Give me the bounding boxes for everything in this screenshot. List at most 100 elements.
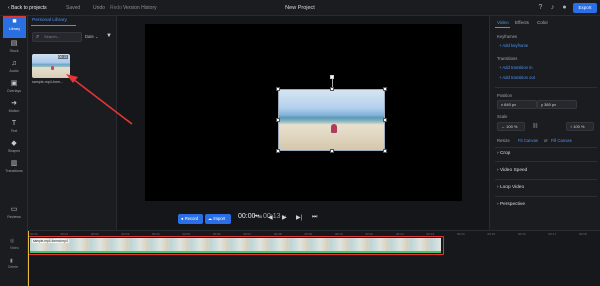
back-to-projects-link[interactable]: ‹ Back to projects — [8, 5, 47, 11]
rail-item-overlays[interactable]: ▣ Overlays — [2, 79, 26, 99]
import-button[interactable]: ☁ Import — [205, 214, 231, 224]
or-label: or — [544, 138, 548, 143]
editor-window: ‹ Back to projects Saved Undo Redo Versi… — [0, 0, 600, 286]
resize-handle-t[interactable] — [330, 87, 334, 91]
position-y-field[interactable]: y 360 px — [537, 100, 577, 109]
resize-handle-tl[interactable] — [276, 87, 280, 91]
timeline-controls: ◎ Video ▮ Delete — [0, 230, 28, 286]
tab-personal-library[interactable]: Personal Library — [32, 18, 67, 23]
rail-item-motion[interactable]: ➜ Motion — [2, 99, 26, 119]
frame-back-icon[interactable]: ◀ — [268, 214, 273, 221]
rail-item-text[interactable]: T Text — [2, 119, 26, 139]
export-button[interactable]: Export — [573, 3, 597, 13]
video-speed-section[interactable]: › Video Speed — [497, 168, 527, 173]
ruler-tick: 00:14 — [457, 232, 465, 236]
add-keyframe-button[interactable]: + Add keyframe — [499, 43, 528, 48]
redo-button[interactable]: Redo — [110, 5, 122, 11]
skip-back-icon[interactable]: ⏮ — [254, 214, 259, 221]
stock-icon: ▤ — [10, 40, 18, 47]
rotate-handle[interactable] — [330, 75, 334, 79]
link-icon[interactable]: ⛓ — [532, 123, 538, 129]
track-label: Video — [10, 246, 19, 250]
undo-button[interactable]: Undo — [93, 5, 105, 11]
divider — [495, 196, 597, 197]
current-time-value: 00:00 — [238, 213, 256, 220]
position-x-value: 640 px — [504, 102, 517, 107]
resize-handle-tr[interactable] — [383, 87, 387, 91]
frame-forward-icon[interactable]: ▶| — [296, 214, 302, 221]
resize-handle-r[interactable] — [383, 118, 387, 122]
saved-status: Saved — [66, 5, 81, 11]
trash-icon[interactable]: ▮ — [10, 258, 13, 264]
play-icon[interactable]: ▶ — [282, 214, 287, 221]
record-button[interactable]: ● Record — [178, 214, 203, 224]
fit-canvas-button[interactable]: Fit Canvas — [518, 138, 538, 143]
reviews-icon: ▭ — [10, 206, 18, 213]
help-icon[interactable]: ? — [536, 3, 545, 12]
rail-label: Motion — [8, 109, 20, 113]
scale-label: Scale — [497, 114, 508, 119]
library-panel: Personal Library Search... ⌕ Date ⌄ ▼ 00… — [28, 16, 117, 230]
rail-item-transitions[interactable]: ▥ Transitions — [2, 159, 26, 179]
divider — [495, 87, 597, 88]
top-bar: ‹ Back to projects Saved Undo Redo Versi… — [0, 0, 600, 16]
resize-handle-bl[interactable] — [276, 149, 280, 153]
position-y-value: 360 px — [544, 102, 557, 107]
tab-underline — [495, 27, 510, 28]
skip-forward-icon[interactable]: ⏭ — [312, 214, 317, 221]
folder-icon: ■ — [12, 18, 17, 25]
rail-label: Overlays — [6, 89, 22, 93]
overlay-icon: ▣ — [10, 80, 18, 87]
filter-icon[interactable]: ▼ — [106, 33, 112, 39]
rail-item-audio[interactable]: ♫ Audio — [2, 59, 26, 79]
video-speed-label: Video Speed — [499, 168, 528, 173]
project-title[interactable]: New Project — [285, 5, 315, 11]
timeline[interactable]: 00:00 00:01 00:02 00:03 00:04 00:05 00:06 00:07… — [28, 230, 600, 286]
scale-height-field[interactable]: ↕ 100 % — [566, 122, 594, 131]
bell-icon[interactable]: ♪ — [548, 3, 557, 12]
rail-item-library[interactable]: ■ Library — [3, 16, 26, 38]
add-transition-in-button[interactable]: + Add transition in — [499, 65, 532, 70]
rail-item-reviews[interactable]: ▭ Reviews — [2, 205, 26, 225]
tab-color[interactable]: Color — [537, 20, 548, 25]
loop-video-section[interactable]: › Loop Video — [497, 185, 524, 190]
scale-height-value: 100 % — [573, 124, 585, 129]
divider — [495, 179, 597, 180]
keyframes-label: Keyframes — [497, 34, 518, 39]
sort-dropdown[interactable]: Date ⌄ — [85, 34, 99, 39]
divider — [495, 147, 597, 148]
tab-video[interactable]: Video — [497, 20, 509, 25]
resize-label: Resize — [497, 138, 510, 143]
crop-section[interactable]: › Crop — [497, 151, 510, 156]
clip-audio-bar — [30, 251, 441, 253]
add-transition-out-button[interactable]: + Add transition out — [499, 75, 535, 80]
track-visibility-icon[interactable]: ◎ — [10, 238, 14, 244]
media-thumbnail[interactable]: 00:13 — [32, 54, 70, 78]
avatar-icon[interactable]: ● — [560, 3, 569, 12]
scale-width-value: 100 % — [506, 124, 518, 129]
perspective-label: Perspective — [499, 202, 525, 207]
perspective-section[interactable]: › Perspective — [497, 202, 525, 207]
video-subject — [331, 124, 337, 133]
search-input[interactable]: Search... — [32, 32, 82, 42]
playhead[interactable] — [28, 231, 29, 286]
fill-canvas-button[interactable]: Fill Canvas — [551, 138, 572, 143]
rail-item-shapes[interactable]: ◆ Shapes — [2, 139, 26, 159]
ruler-tick: 00:18 — [579, 232, 587, 236]
resize-handle-br[interactable] — [383, 149, 387, 153]
rail-label: Audio — [9, 69, 19, 73]
position-x-field[interactable]: x 640 px — [497, 100, 537, 109]
tab-underline — [31, 25, 76, 26]
video-clip[interactable]: sample-mp4-format.mp4 — [30, 238, 441, 252]
resize-handle-b[interactable] — [330, 149, 334, 153]
tab-effects[interactable]: Effects — [515, 20, 529, 25]
rail-item-stock[interactable]: ▤ Stock — [2, 39, 26, 59]
transitions-label: Transitions — [497, 56, 518, 61]
scale-width-field[interactable]: ↔ 100 % — [497, 122, 525, 131]
preview-canvas[interactable] — [145, 24, 462, 201]
ruler-tick: 00:16 — [518, 232, 526, 236]
video-frame[interactable] — [278, 89, 385, 151]
version-history-button[interactable]: Version History — [123, 5, 157, 11]
crop-label: Crop — [499, 151, 511, 156]
resize-handle-l[interactable] — [276, 118, 280, 122]
